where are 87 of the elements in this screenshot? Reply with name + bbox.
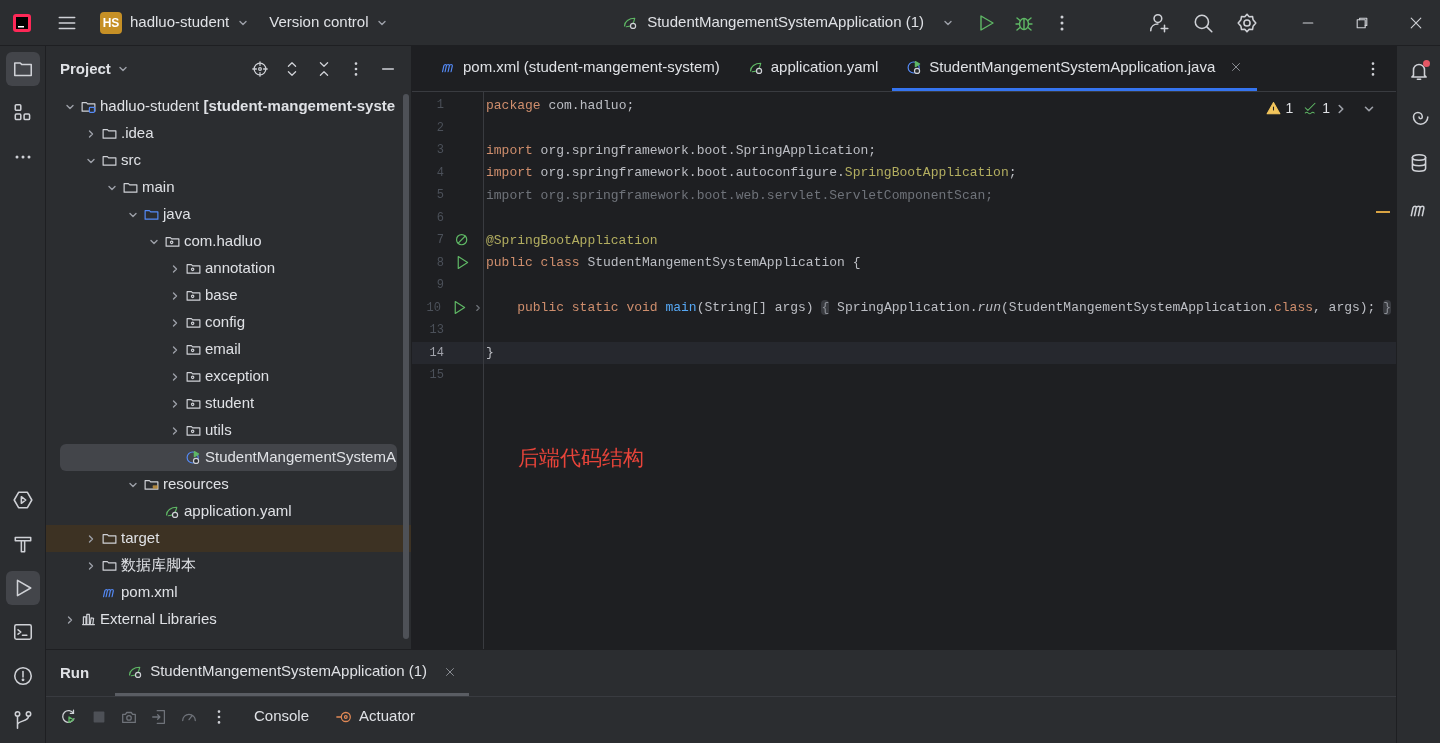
code-line: public static void main(String[] args) { SpringApplication.run(StudentMangementSystemApplication.class, args); }	[516, 299, 1392, 317]
libraries-icon	[80, 611, 97, 628]
tree-row[interactable]: StudentMangementSystemA	[60, 444, 397, 471]
tree-row[interactable]: .idea	[60, 120, 397, 147]
tree-label: exception	[205, 366, 270, 387]
project-switcher[interactable]: HS hadluo-student	[100, 11, 250, 34]
line-number: 14	[428, 344, 444, 362]
run-tab[interactable]: StudentMangementSystemApplication (1)	[115, 650, 469, 696]
tree-row[interactable]: src	[60, 147, 397, 174]
run-config-label: StudentMangementSystemApplication (1)	[647, 12, 924, 33]
annotation-text: 后端代码结构	[518, 445, 644, 471]
rerun-icon[interactable]	[60, 707, 78, 726]
spring-class-icon	[185, 449, 202, 466]
tree-row[interactable]: exception	[60, 363, 397, 390]
view-tab[interactable]: Console	[254, 705, 310, 728]
run-config-selector[interactable]: StudentMangementSystemApplication (1)	[622, 11, 954, 34]
tree-row[interactable]: External Libraries	[60, 606, 397, 633]
tree-label: com.hadluo	[184, 231, 262, 252]
weak-warning-count: 1	[1322, 99, 1330, 118]
tree-label: email	[205, 339, 241, 360]
services-icon	[11, 489, 34, 511]
scrollbar[interactable]	[403, 94, 409, 639]
tree-row[interactable]: main	[60, 174, 397, 201]
problems-icon	[11, 665, 34, 687]
typo-check-icon	[1303, 101, 1319, 116]
code-line: import org.springframework.boot.autoconfigure.SpringBootApplication;	[486, 164, 1017, 182]
tree-row[interactable]: pom.xml	[60, 579, 397, 606]
tree-row[interactable]: base	[60, 282, 397, 309]
tree-label: base	[205, 285, 238, 306]
tree-row[interactable]: java	[60, 201, 397, 228]
project-badge: HS	[100, 11, 122, 34]
tree-row[interactable]: email	[60, 336, 397, 363]
tree-row[interactable]: config	[60, 309, 397, 336]
code-line: public class StudentMangementSystemApplication {	[486, 254, 861, 272]
code-line: import org.springframework.boot.SpringApplication;	[486, 141, 877, 160]
warning-icon	[1266, 101, 1282, 116]
tree-label: target	[121, 528, 160, 549]
tree-label: main	[142, 177, 175, 198]
tree-row[interactable]: hadluo-student [student-mangement-syste	[60, 93, 397, 120]
tree-label: student	[205, 393, 255, 414]
settings-icon[interactable]	[1236, 11, 1258, 34]
tab-label: pom.xml (student-mangement-system)	[463, 56, 720, 77]
tab-label: StudentMangementSystemApplication (1)	[150, 661, 427, 682]
vcs-label: Version control	[269, 12, 369, 33]
tab-label: StudentMangementSystemApplication.java	[929, 56, 1216, 77]
editor-tab[interactable]: application.yaml	[733, 46, 893, 91]
add-user-icon[interactable]	[1148, 11, 1170, 34]
tree-row[interactable]: annotation	[60, 255, 397, 282]
vcs-menu[interactable]: Version control	[269, 11, 389, 34]
tree-label: pom.xml	[121, 582, 178, 603]
tree-label: 数据库脚本	[121, 555, 196, 576]
warning-count: 1	[1285, 99, 1294, 118]
panel-title: Project	[60, 58, 111, 79]
tree-row[interactable]: resources	[60, 471, 397, 498]
tree-label: application.yaml	[184, 501, 292, 522]
tree-label: annotation	[205, 258, 276, 279]
tree-label: External Libraries	[100, 609, 217, 630]
editor-tab[interactable]: StudentMangementSystemApplication.java	[892, 46, 1258, 91]
tree-row[interactable]: com.hadluo	[60, 228, 397, 255]
tree-label: src	[121, 150, 141, 171]
code-line: @SpringBootApplication	[486, 231, 658, 250]
project-name: hadluo-student	[130, 12, 230, 33]
tree-label: .idea	[121, 123, 154, 144]
project-view-selector[interactable]: Project	[60, 57, 129, 81]
panel-title: Run	[60, 662, 90, 683]
tree-label: StudentMangementSystemA	[205, 447, 396, 468]
tree-row[interactable]: 数据库脚本	[60, 552, 397, 579]
editor-tab[interactable]: pom.xml (student-mangement-system)	[426, 46, 734, 91]
view-tab[interactable]: Actuator	[335, 705, 415, 728]
app-logo[interactable]	[12, 12, 32, 33]
code-line: package com.hadluo;	[486, 96, 635, 115]
tool-window-button[interactable]	[5, 52, 40, 86]
code-line: }	[486, 344, 494, 362]
tree-label: resources	[163, 474, 229, 495]
tree-label: java	[163, 204, 191, 225]
tree-row[interactable]: utils	[60, 417, 397, 444]
tab-label: application.yaml	[770, 56, 879, 77]
tree-row[interactable]: application.yaml	[60, 498, 397, 525]
tool-window-button[interactable]	[5, 571, 40, 605]
tree-label: hadluo-student [student-mangement-syste	[100, 96, 396, 117]
tree-label: utils	[205, 420, 232, 441]
fold-icon[interactable]	[473, 302, 483, 313]
code-line: import org.springframework.boot.web.servlet.ServletComponentScan;	[486, 186, 994, 205]
tree-row[interactable]: student	[60, 390, 397, 417]
terminal-icon	[11, 621, 34, 643]
locate-icon[interactable]	[251, 60, 269, 78]
tree-label: config	[205, 312, 246, 333]
